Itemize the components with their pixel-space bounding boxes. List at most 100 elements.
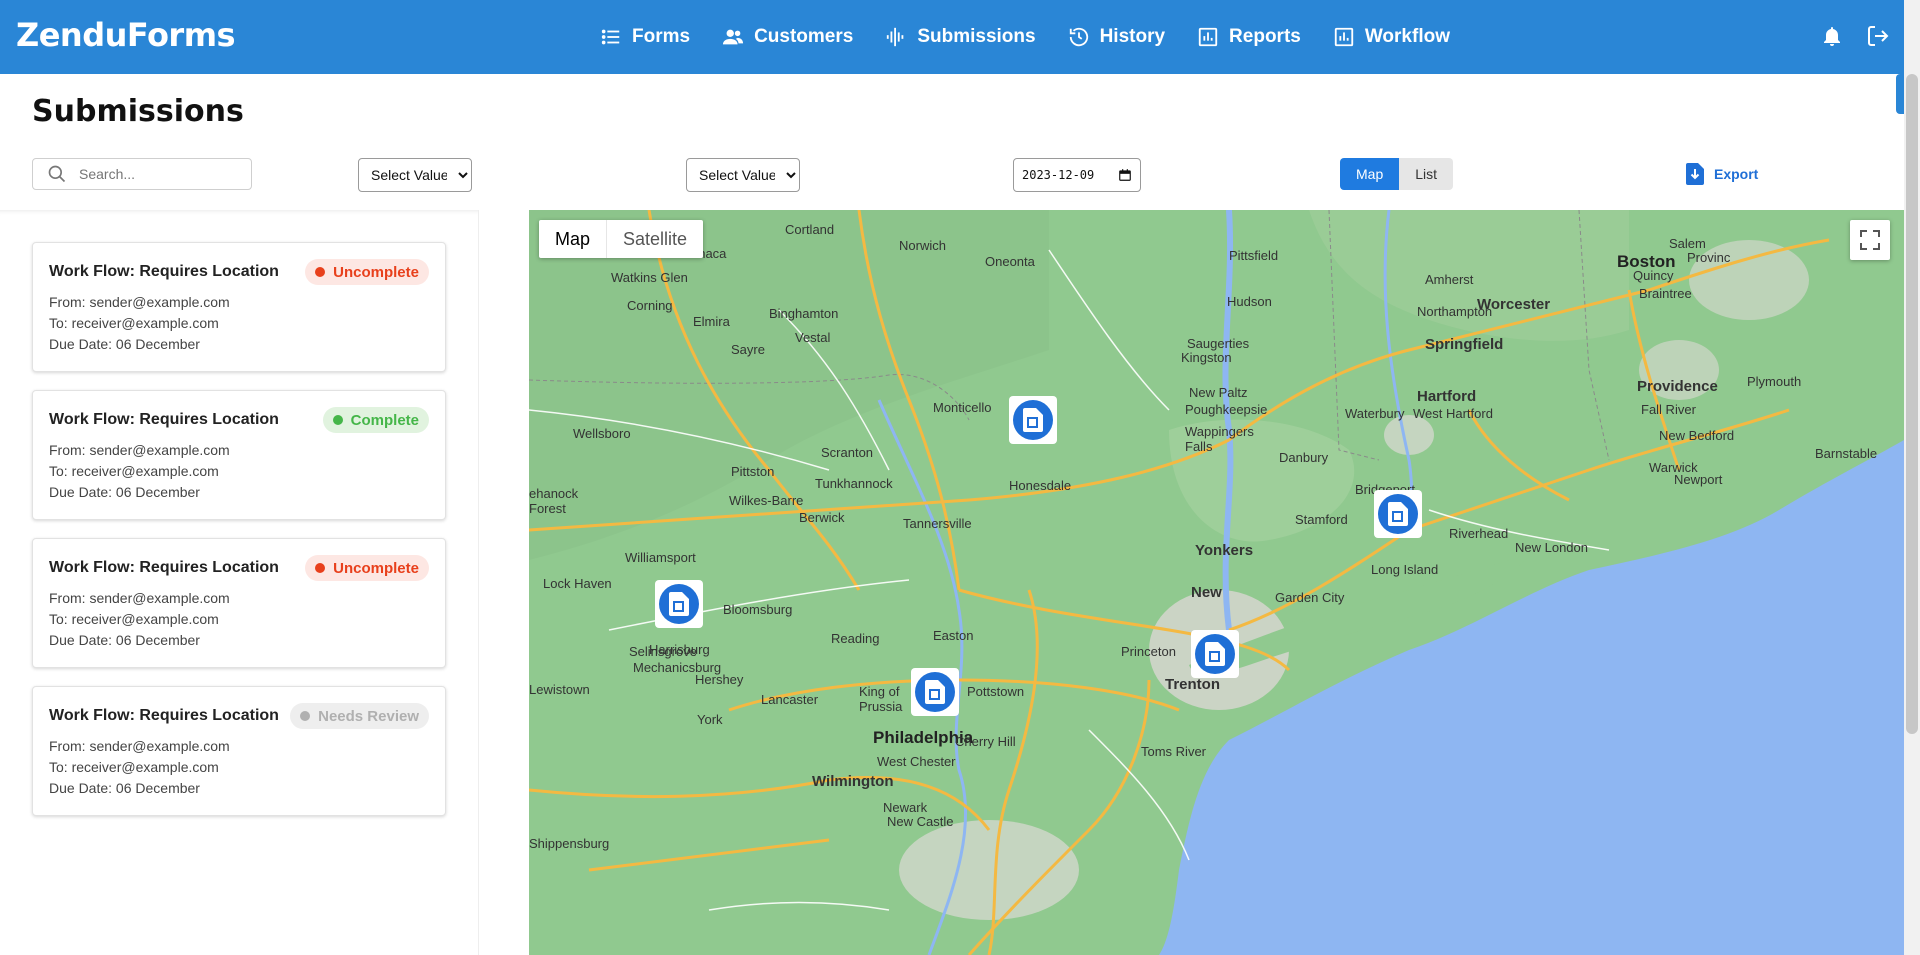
submission-card[interactable]: Work Flow: Requires Location Uncomplete …: [32, 538, 446, 668]
submission-card[interactable]: Work Flow: Requires Location Complete Fr…: [32, 390, 446, 520]
fullscreen-button[interactable]: [1850, 220, 1890, 260]
map-type-control: Map Satellite: [539, 220, 704, 258]
map-label-newport: Newport: [1674, 472, 1723, 487]
map-label-tannersville: Tannersville: [903, 516, 972, 531]
page-title: Submissions: [32, 94, 244, 129]
map-label-monticello: Monticello: [933, 400, 992, 415]
bar-chart-icon: [1334, 27, 1354, 47]
page-scrollbar-thumb[interactable]: [1906, 74, 1918, 734]
map-label-princeton: Princeton: [1121, 644, 1176, 659]
map-base-layer: [529, 210, 1904, 955]
status-badge: Uncomplete: [305, 555, 429, 581]
map-label-hartford: Hartford: [1417, 388, 1477, 405]
logout-icon[interactable]: [1866, 24, 1890, 48]
status-badge: Needs Review: [290, 703, 429, 729]
map-label-pittsfield: Pittsfield: [1229, 248, 1279, 263]
map-label-lewistown: Lewistown: [529, 682, 590, 697]
map-label-northampton: Northampton: [1417, 304, 1493, 319]
submission-due-date: Due Date: 06 December: [49, 484, 200, 500]
map-label-yonkers: Yonkers: [1195, 542, 1254, 559]
map-label-oneonta: Oneonta: [985, 254, 1035, 269]
nav-submissions-label: Submissions: [917, 26, 1036, 47]
map-label-selinsgrove: Selinsgrove: [629, 644, 697, 659]
status-dot: [315, 563, 326, 573]
document-pin: [1195, 634, 1235, 674]
waveform-icon: [887, 27, 904, 47]
map-label-stamford: Stamford: [1295, 512, 1348, 527]
submission-marker[interactable]: [1191, 630, 1239, 678]
map-label-newark-de: Newark: [883, 800, 928, 815]
map-label-long-island: Long Island: [1371, 562, 1439, 577]
submission-marker[interactable]: [911, 668, 959, 716]
nav-reports-label: Reports: [1229, 26, 1301, 47]
search-icon: [48, 165, 66, 183]
submission-title: Work Flow: Requires Location: [49, 411, 279, 428]
map-label-new-london: New London: [1515, 540, 1588, 555]
submission-card[interactable]: Work Flow: Requires Location Uncomplete …: [32, 242, 446, 372]
map-label-danbury: Danbury: [1279, 450, 1329, 465]
document-icon: [1388, 502, 1408, 526]
nav-submissions[interactable]: Submissions: [885, 26, 1036, 48]
status-badge: Uncomplete: [305, 259, 429, 285]
map-label-corning: Corning: [627, 298, 673, 313]
submission-from: From: sender@example.com: [49, 442, 230, 458]
map-label-scranton: Scranton: [821, 445, 874, 460]
submission-due-date: Due Date: 06 December: [49, 780, 200, 796]
filter-select-1[interactable]: Select Value: [358, 158, 472, 192]
map-label-wilkes-barre: Wilkes-Barre: [729, 493, 804, 508]
map-label-pittston: Pittston: [731, 464, 775, 479]
map-label-lock-haven: Lock Haven: [543, 576, 612, 591]
map-label-watkins-glen: Watkins Glen: [611, 270, 688, 285]
map-label-hudson: Hudson: [1227, 294, 1272, 309]
nav-forms[interactable]: Forms: [600, 26, 690, 48]
list-view-button[interactable]: List: [1399, 158, 1454, 190]
submission-marker[interactable]: [655, 580, 703, 628]
map-label-trenton: Trenton: [1165, 676, 1220, 693]
filter-select-2[interactable]: Select Value: [686, 158, 800, 192]
document-pin: [915, 672, 955, 712]
submission-title: Work Flow: Requires Location: [49, 707, 279, 724]
map-type-map-button[interactable]: Map: [539, 220, 606, 258]
map-label-wappingers-falls: Wappingers Falls: [1185, 424, 1254, 454]
nav-workflow-label: Workflow: [1364, 26, 1450, 47]
search-box[interactable]: [32, 158, 252, 190]
document-icon: [1205, 642, 1225, 666]
brand-logo[interactable]: ZenduForms: [16, 16, 236, 54]
map-label-honesdale: Honesdale: [1009, 478, 1072, 493]
nav-history-label: History: [1099, 26, 1166, 47]
map-type-satellite-button[interactable]: Satellite: [606, 220, 703, 258]
submission-marker[interactable]: [1374, 490, 1422, 538]
nav-history[interactable]: History: [1068, 26, 1165, 48]
export-button[interactable]: Export: [1686, 163, 1758, 185]
map-label-saugerties: Saugerties: [1187, 336, 1250, 351]
submissions-map[interactable]: Boston Worcester Springfield Providence …: [529, 210, 1904, 955]
search-input[interactable]: [77, 165, 231, 183]
top-actions: [1820, 24, 1890, 48]
map-label-cortland: Cortland: [785, 222, 835, 237]
date-picker[interactable]: 2023-12-09: [1013, 158, 1141, 192]
calendar-icon[interactable]: [1118, 168, 1132, 182]
map-label-fall-river: Fall River: [1641, 402, 1696, 417]
submission-title: Work Flow: Requires Location: [49, 559, 279, 576]
map-label-pottstown: Pottstown: [967, 684, 1025, 699]
map-label-wellsboro: Wellsboro: [573, 426, 631, 441]
map-label-vestal: Vestal: [795, 330, 831, 345]
nav-customers[interactable]: Customers: [722, 26, 853, 48]
submission-card[interactable]: Work Flow: Requires Location Needs Revie…: [32, 686, 446, 816]
map-label-braintree: Braintree: [1639, 286, 1692, 301]
map-label-williamsport: Williamsport: [625, 550, 696, 565]
bell-icon[interactable]: [1820, 24, 1844, 48]
top-navigation-bar: ZenduForms Forms Customers Submissions H…: [0, 0, 1920, 74]
side-tab-handle[interactable]: [1896, 74, 1904, 114]
map-view-button[interactable]: Map: [1340, 158, 1400, 190]
map-label-york: York: [697, 712, 723, 727]
map-label-west-hartford: West Hartford: [1413, 406, 1493, 421]
map-label-nock-forest: ehanock Forest: [529, 486, 579, 516]
map-label-toms-river: Toms River: [1141, 744, 1207, 759]
nav-reports[interactable]: Reports: [1197, 26, 1301, 48]
map-label-norwich: Norwich: [899, 238, 946, 253]
submission-from: From: sender@example.com: [49, 738, 230, 754]
nav-workflow[interactable]: Workflow: [1333, 26, 1450, 48]
map-label-provinc: Provinc: [1687, 250, 1731, 265]
submission-marker[interactable]: [1009, 396, 1057, 444]
